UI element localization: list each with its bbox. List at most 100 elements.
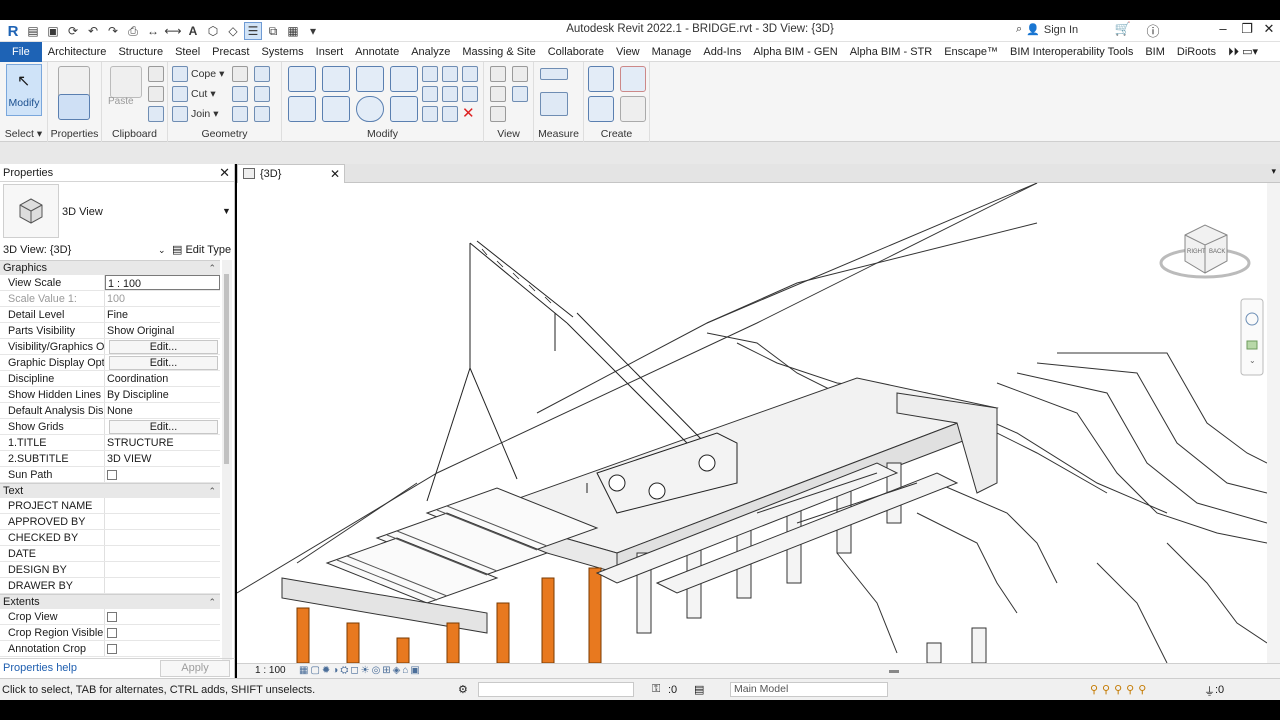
property-row[interactable]: Discipline Coordination	[0, 371, 220, 387]
property-row[interactable]: 2.SUBTITLE 3D VIEW	[0, 451, 220, 467]
edit-button[interactable]: Edit...	[109, 420, 218, 434]
section-graphics[interactable]: Graphics ⌃	[0, 260, 220, 275]
text-icon[interactable]: A	[184, 22, 202, 40]
view-scale[interactable]: 1 : 100	[255, 664, 286, 678]
reveal-icon[interactable]	[512, 66, 528, 82]
tab-structure[interactable]: Structure	[112, 42, 169, 62]
demolish-icon[interactable]	[254, 86, 270, 102]
cart-icon[interactable]: 🛒	[1112, 21, 1134, 41]
property-value[interactable]: Edit...	[105, 355, 220, 370]
property-row[interactable]: Annotation Crop	[0, 641, 220, 657]
revit-logo-icon[interactable]: R	[4, 22, 22, 40]
help-icon[interactable]: ⓘ	[1142, 21, 1164, 41]
type-selector[interactable]: 3D View	[62, 206, 103, 218]
minimize-button[interactable]: –	[1212, 21, 1234, 41]
undo-icon[interactable]: ↶	[84, 22, 102, 40]
property-row[interactable]: Parts Visibility Show Original	[0, 323, 220, 339]
workset-dropdown[interactable]	[478, 682, 634, 697]
mirror-line-icon[interactable]	[390, 66, 418, 92]
align-icon[interactable]	[288, 66, 316, 92]
tab-annotate[interactable]: Annotate	[349, 42, 405, 62]
trim-icon[interactable]	[390, 96, 418, 122]
3d-view-icon[interactable]: ⬡	[204, 22, 222, 40]
property-row[interactable]: DATE	[0, 546, 220, 562]
selection-options-icons[interactable]: ⚲⚲⚲⚲⚲	[1090, 683, 1150, 696]
property-value[interactable]: Fine	[105, 307, 220, 322]
tab-massing-site[interactable]: Massing & Site	[456, 42, 541, 62]
hide-bulb-icon[interactable]	[490, 66, 506, 82]
property-row[interactable]: Default Analysis Dis... None	[0, 403, 220, 419]
property-row[interactable]: 1.TITLE STRUCTURE	[0, 435, 220, 451]
close-button[interactable]: ✕	[1258, 21, 1280, 41]
split-face-icon[interactable]	[254, 66, 270, 82]
property-row[interactable]: Crop View	[0, 609, 220, 625]
rotate-icon[interactable]	[356, 96, 384, 122]
filter-line-icon[interactable]	[512, 86, 528, 102]
tab-view[interactable]: View	[610, 42, 646, 62]
property-value[interactable]	[105, 467, 220, 482]
property-value[interactable]	[105, 514, 220, 529]
edit-button[interactable]: Edit...	[109, 356, 218, 370]
tab-manage[interactable]: Manage	[646, 42, 698, 62]
paste-icon[interactable]	[110, 66, 142, 98]
property-row[interactable]: Show Hidden Lines By Discipline	[0, 387, 220, 403]
create-assembly-icon[interactable]	[588, 66, 614, 92]
copy-element-icon[interactable]	[322, 96, 350, 122]
paint-icon[interactable]	[232, 86, 248, 102]
property-value[interactable]	[105, 498, 220, 513]
property-row[interactable]: Detail Level Fine	[0, 307, 220, 323]
chevron-down-icon[interactable]: ▼	[222, 206, 231, 216]
wall-joins-icon[interactable]	[232, 66, 248, 82]
tab-3d-view[interactable]: {3D} ✕	[237, 164, 345, 183]
measure-icon[interactable]: ↔	[144, 22, 162, 40]
section-text[interactable]: Text ⌃	[0, 483, 220, 498]
property-row[interactable]: Show Grids Edit...	[0, 419, 220, 435]
scroll-handle-icon[interactable]: ▬	[889, 664, 899, 678]
property-value[interactable]: None	[105, 403, 220, 418]
property-value[interactable]: Show Original	[105, 323, 220, 338]
design-options-icon[interactable]: ▤	[694, 683, 704, 696]
measure-distance-icon[interactable]	[540, 68, 568, 80]
property-row[interactable]: Visibility/Graphics O... Edit...	[0, 339, 220, 355]
close-icon[interactable]: ✕	[219, 164, 230, 182]
remove-paint-icon[interactable]	[254, 106, 270, 122]
checkbox[interactable]	[107, 612, 117, 622]
beam-join-icon[interactable]	[232, 106, 248, 122]
workset-icon[interactable]: ⚙	[458, 683, 468, 696]
viewcube-right[interactable]: RIGHT	[1187, 249, 1206, 255]
property-value[interactable]: By Discipline	[105, 387, 220, 402]
section-extents[interactable]: Extents ⌃	[0, 594, 220, 609]
tab-analyze[interactable]: Analyze	[405, 42, 456, 62]
viewport-scrollbar[interactable]	[1267, 183, 1280, 663]
array-icon[interactable]	[422, 86, 438, 102]
view-controls-icons[interactable]: ▦▢✹◑⛭◻☀◎⊞◈⌂▣	[299, 664, 422, 678]
sync-icon[interactable]: ⟳	[64, 22, 82, 40]
cut-button[interactable]: Cut ▾	[172, 86, 216, 102]
property-row[interactable]: Graphic Display Opt... Edit...	[0, 355, 220, 371]
design-option-dropdown[interactable]: Main Model	[730, 682, 888, 697]
property-value[interactable]: STRUCTURE	[105, 435, 220, 450]
property-row[interactable]: APPROVED BY	[0, 514, 220, 530]
tab-enscape[interactable]: Enscape™	[938, 42, 1004, 62]
sign-in-label[interactable]: Sign In	[1044, 24, 1078, 36]
checkbox[interactable]	[107, 470, 117, 480]
edit-button[interactable]: Edit...	[109, 340, 218, 354]
tab-architecture[interactable]: Architecture	[42, 42, 113, 62]
tab-precast[interactable]: Precast	[206, 42, 255, 62]
tab-bim-interoperability[interactable]: BIM Interoperability Tools	[1004, 42, 1139, 62]
create-parts-icon[interactable]	[620, 66, 646, 92]
move-icon[interactable]	[288, 96, 316, 122]
tab-alpha-bim-str[interactable]: Alpha BIM - STR	[844, 42, 939, 62]
property-value[interactable]: Edit...	[105, 419, 220, 434]
cope-button[interactable]: Cope ▾	[172, 66, 224, 82]
property-value[interactable]: Coordination	[105, 371, 220, 386]
tab-diroots[interactable]: DiRoots	[1171, 42, 1222, 62]
apply-button[interactable]: Apply	[160, 660, 230, 677]
property-value[interactable]	[105, 530, 220, 545]
open-icon[interactable]: ▤	[24, 22, 42, 40]
tab-bim[interactable]: BIM	[1139, 42, 1171, 62]
chevron-down-icon[interactable]: ▾	[1271, 166, 1276, 177]
save-icon[interactable]: ▣	[44, 22, 62, 40]
property-value[interactable]	[105, 609, 220, 624]
customize-qat-icon[interactable]: ▾	[304, 22, 322, 40]
